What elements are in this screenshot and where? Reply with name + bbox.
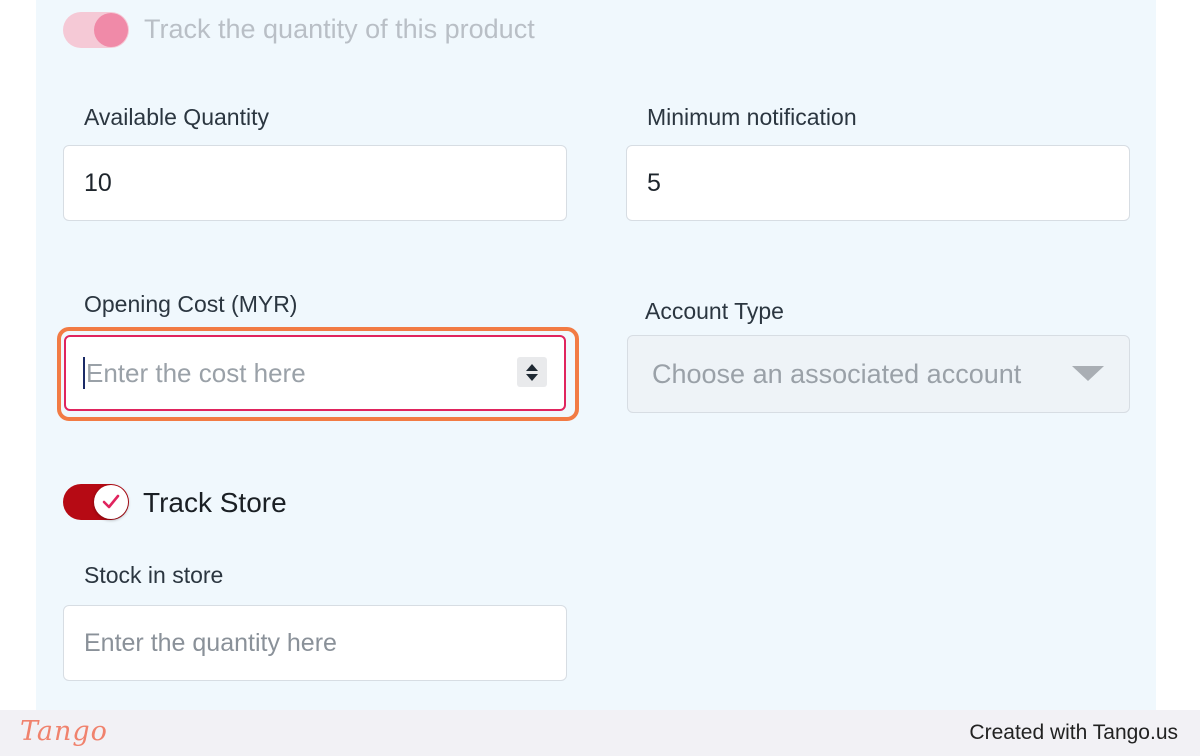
account-type-select[interactable]: Choose an associated account	[627, 335, 1130, 413]
footer-bar: Tango Created with Tango.us	[0, 710, 1200, 756]
minimum-notification-value: 5	[647, 168, 661, 197]
left-margin	[0, 0, 36, 710]
stock-in-store-placeholder: Enter the quantity here	[84, 628, 337, 657]
account-type-placeholder: Choose an associated account	[652, 358, 1022, 389]
spinner-arrows-icon	[526, 364, 538, 381]
track-store-toggle[interactable]	[63, 484, 129, 520]
track-store-label: Track Store	[143, 487, 287, 518]
text-caret	[83, 357, 85, 389]
available-quantity-value: 10	[84, 168, 112, 197]
available-quantity-input[interactable]: 10	[63, 145, 567, 221]
stock-in-store-label: Stock in store	[84, 562, 224, 588]
stock-in-store-input[interactable]: Enter the quantity here	[63, 605, 567, 681]
account-type-label: Account Type	[645, 298, 784, 324]
tango-logo: Tango	[20, 716, 108, 747]
created-with-credit[interactable]: Created with Tango.us	[969, 721, 1178, 745]
minimum-notification-input[interactable]: 5	[626, 145, 1130, 221]
available-quantity-label: Available Quantity	[84, 104, 269, 130]
opening-cost-input[interactable]: Enter the cost here	[64, 335, 566, 411]
opening-cost-label: Opening Cost (MYR)	[84, 291, 298, 317]
minimum-notification-label: Minimum notification	[647, 104, 857, 130]
right-margin	[1156, 0, 1200, 710]
number-spinner[interactable]	[517, 357, 547, 387]
track-quantity-toggle[interactable]	[63, 12, 129, 48]
toggle-knob	[94, 485, 128, 519]
check-icon	[102, 494, 120, 509]
opening-cost-placeholder: Enter the cost here	[86, 357, 306, 388]
toggle-knob	[94, 13, 128, 47]
chevron-down-icon	[1072, 366, 1104, 381]
track-quantity-label: Track the quantity of this product	[144, 14, 535, 44]
